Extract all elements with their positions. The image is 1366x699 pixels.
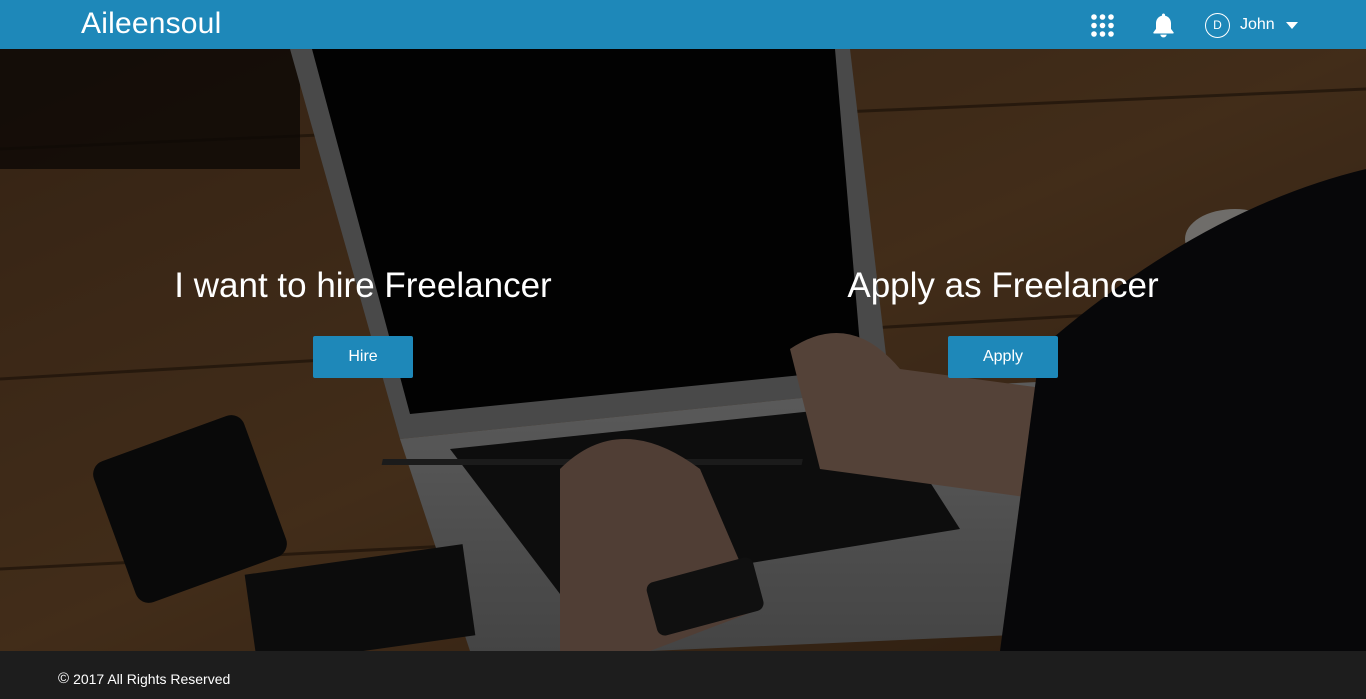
- copyright-icon: ©: [58, 670, 70, 687]
- brand-logo[interactable]: Aileensoul: [81, 6, 221, 42]
- avatar[interactable]: D: [1205, 12, 1230, 38]
- hire-button[interactable]: Hire: [313, 336, 413, 378]
- hire-heading: I want to hire Freelancer: [174, 266, 552, 305]
- user-name[interactable]: John: [1240, 16, 1275, 34]
- hire-freelancer-panel: I want to hire Freelancer Hire: [148, 264, 578, 378]
- apply-freelancer-panel: Apply as Freelancer Apply: [788, 264, 1218, 378]
- apply-button[interactable]: Apply: [948, 336, 1058, 378]
- hero-section: I want to hire Freelancer Hire Apply as …: [0, 49, 1366, 651]
- apply-heading: Apply as Freelancer: [847, 266, 1159, 305]
- footer: © 2017 All Rights Reserved: [0, 651, 1366, 699]
- bell-icon[interactable]: [1151, 12, 1176, 39]
- copyright-notice: © 2017 All Rights Reserved: [58, 670, 230, 687]
- copyright-text: 2017 All Rights Reserved: [73, 670, 231, 687]
- top-navbar: Aileensoul D John: [0, 0, 1366, 49]
- user-menu[interactable]: D John: [1205, 12, 1298, 38]
- apps-grid-icon[interactable]: [1091, 14, 1114, 37]
- caret-down-icon[interactable]: [1285, 21, 1298, 29]
